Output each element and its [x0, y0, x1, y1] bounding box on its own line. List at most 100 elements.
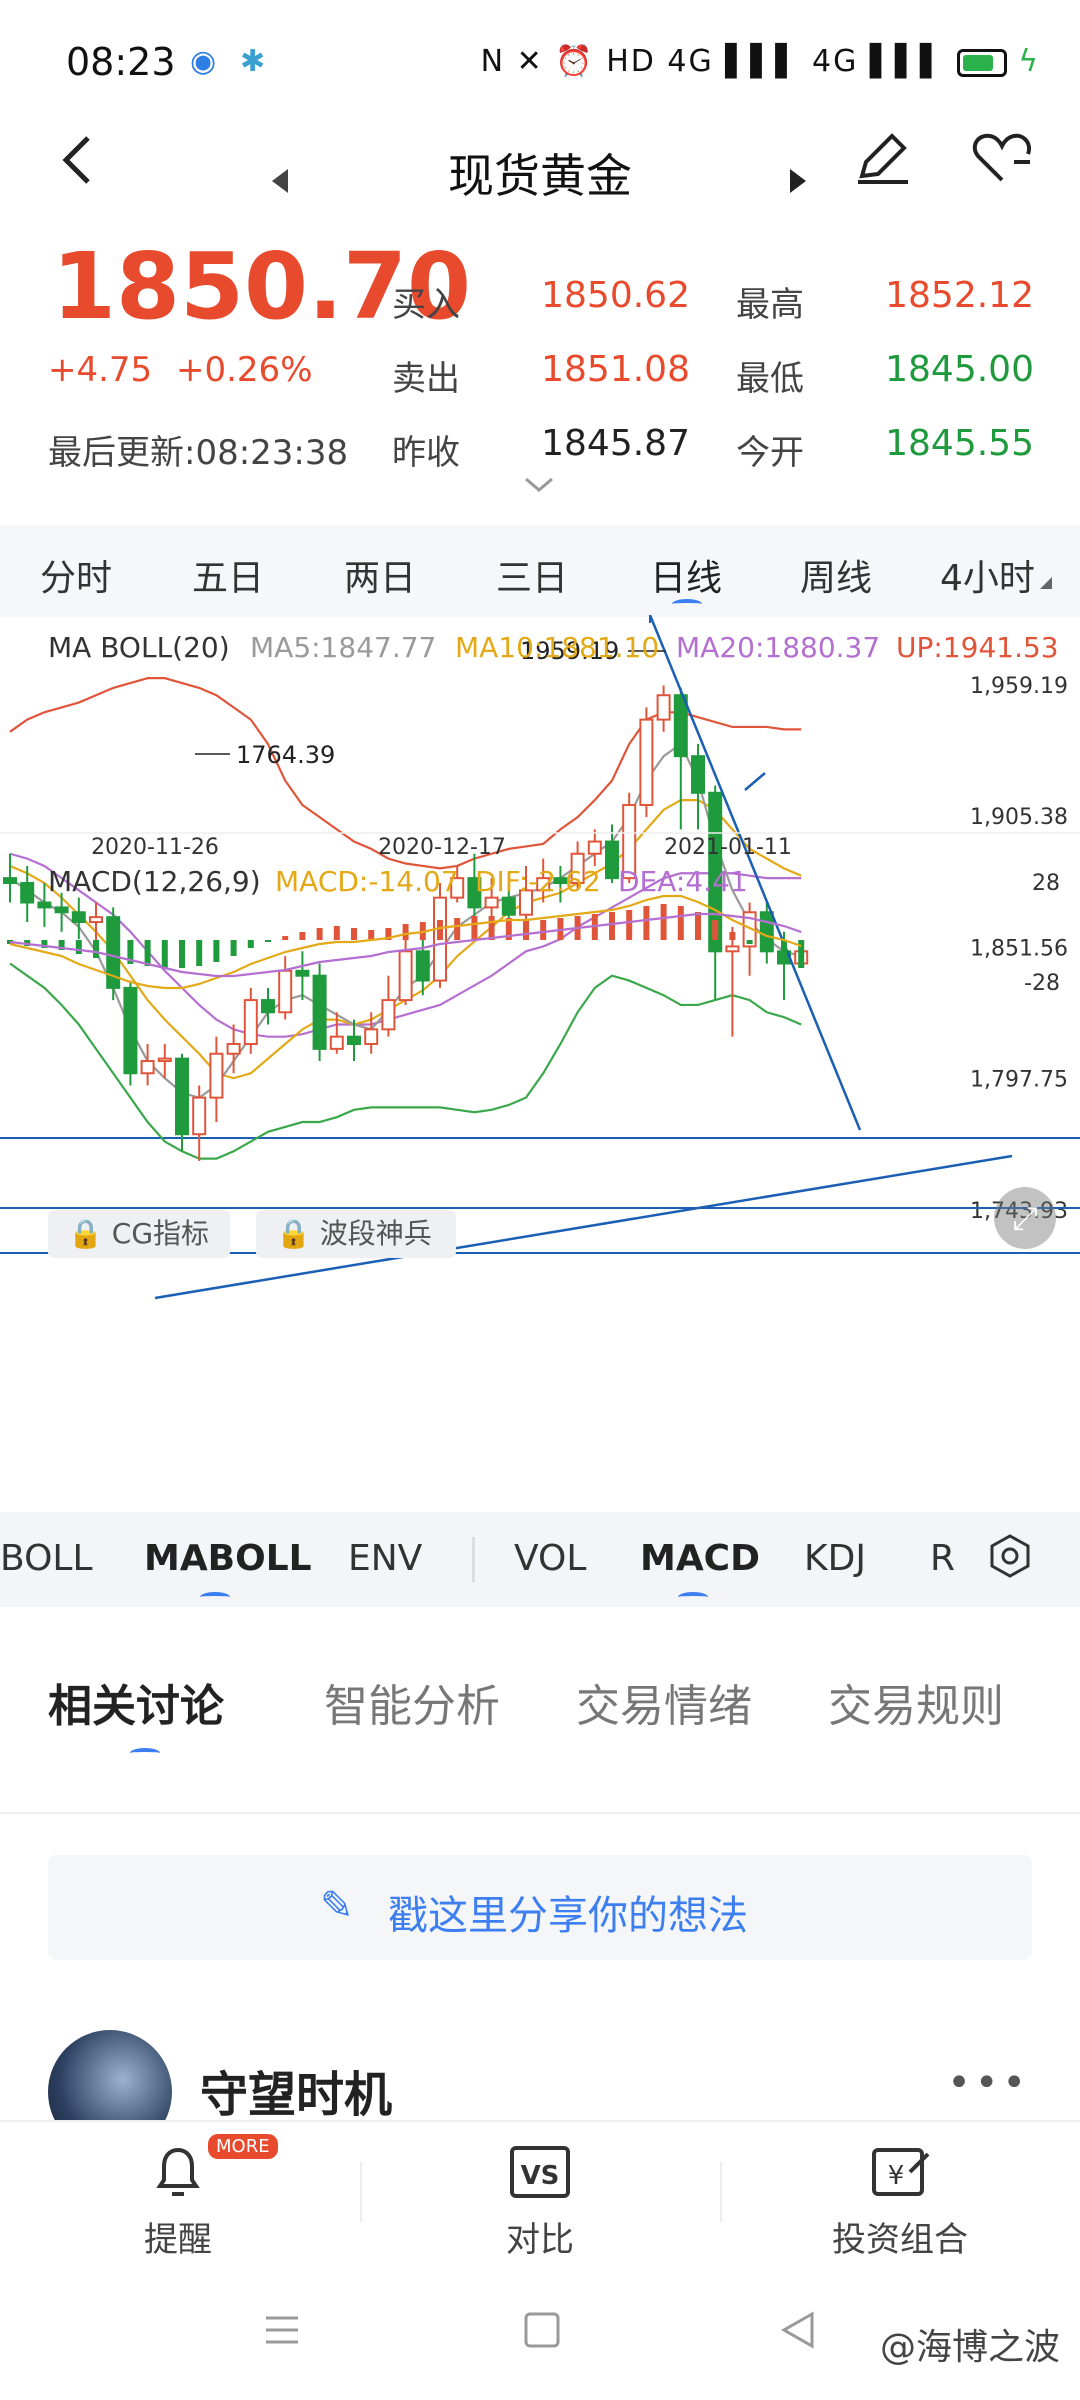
indicator-tab-boll[interactable]: BOLL	[0, 1538, 93, 1579]
low-annotation: 1764.39	[236, 741, 335, 769]
remind-button[interactable]: 提醒	[78, 2142, 278, 2261]
app-notification-icon: ◉	[190, 44, 217, 79]
triangle-right-icon	[790, 169, 806, 193]
favorite-button[interactable]	[970, 128, 1034, 202]
lock-icon: 🔒	[68, 1217, 103, 1250]
back-nav-button[interactable]	[778, 2310, 818, 2360]
expand-quote-button[interactable]	[522, 475, 556, 499]
tab-period-3[interactable]: 三日	[496, 549, 568, 601]
price-axis-label: 1,797.75	[970, 1068, 1068, 1093]
quote-panel: 1850.70 +4.75 +0.26% 最后更新:08:23:38 买入 18…	[0, 225, 1080, 515]
more-options-button[interactable]: •••	[947, 2060, 1030, 2106]
tab-divider	[472, 1537, 475, 1582]
ma10-value: MA10:1881.10	[455, 631, 660, 664]
compare-button[interactable]: VS 对比	[440, 2142, 640, 2261]
active-indicator-marker	[200, 1592, 230, 1602]
candle-body	[243, 999, 258, 1045]
date-axis-label: 2020-12-17	[378, 835, 506, 860]
candle-body	[639, 718, 654, 806]
indicator-tab-env[interactable]: ENV	[348, 1538, 422, 1579]
buy-label: 买入	[392, 285, 460, 325]
fullscreen-button[interactable]: ⤢	[994, 1187, 1056, 1249]
candle-body	[175, 1057, 189, 1136]
lock-icon: 🔒	[276, 1217, 311, 1250]
system-nav-bar: @海博之波	[0, 2270, 1080, 2400]
share-prompt: 戳这里分享你的想法	[388, 1893, 748, 1939]
home-nav-button[interactable]	[522, 2310, 562, 2360]
compare-label: 对比	[506, 2220, 574, 2260]
candle-body	[192, 1096, 207, 1136]
indicator-tab-macd[interactable]: MACD	[640, 1538, 760, 1579]
indicator-tab-kdj[interactable]: KDJ	[804, 1538, 866, 1579]
remind-label: 提醒	[144, 2220, 212, 2260]
price-axis-label: 1,959.19	[970, 674, 1068, 699]
portfolio-icon: ¥	[800, 2142, 1000, 2202]
hexagon-settings-icon	[990, 1534, 1030, 1578]
wave-indicator-badge[interactable]: 🔒 波段神兵	[256, 1210, 456, 1258]
discussion-tab-1[interactable]: 智能分析	[324, 1670, 500, 1734]
candle-body	[261, 999, 275, 1014]
cg-indicator-badge[interactable]: 🔒 CG指标	[48, 1210, 230, 1258]
tab-period-6[interactable]: 4小时	[940, 549, 1035, 601]
price-change: +4.75	[48, 350, 153, 390]
top-nav: 现货黄金	[0, 120, 1080, 240]
date-axis-label: 2020-11-26	[91, 835, 219, 860]
page-title: 现货黄金	[448, 149, 632, 203]
ma20-value: MA20:1880.37	[676, 631, 881, 664]
low-label: 最低	[736, 359, 804, 399]
candle-body	[37, 901, 52, 909]
candle-body	[605, 840, 619, 880]
macd-axis-bottom: -28	[1024, 971, 1060, 996]
portfolio-button[interactable]: ¥ 投资组合	[800, 2142, 1000, 2261]
candle-body	[89, 916, 103, 924]
macd-axis-top: 28	[1032, 871, 1060, 896]
edit-button[interactable]	[852, 128, 912, 202]
post-item[interactable]: 守望时机 •••	[0, 2020, 1080, 2154]
square-home-icon	[524, 2312, 560, 2348]
discussion-tab-0[interactable]: 相关讨论	[48, 1670, 224, 1734]
vs-icon-text: VS	[521, 2161, 560, 2191]
tab-period-5[interactable]: 周线	[800, 549, 872, 601]
high-value: 1852.12	[885, 275, 1034, 316]
candle-body	[157, 1057, 172, 1063]
indicator-tab-maboll[interactable]: MABOLL	[144, 1538, 312, 1579]
buy-value: 1850.62	[541, 275, 690, 316]
candle-body	[398, 950, 413, 1002]
last-updated: 最后更新:08:23:38	[48, 433, 349, 473]
active-tab-indicator	[672, 599, 702, 609]
pencil-icon: ✎	[320, 1883, 354, 1929]
small-trend-mark	[744, 772, 766, 791]
high-label: 最高	[736, 285, 804, 325]
candle-body	[415, 950, 430, 982]
next-instrument-button[interactable]	[786, 142, 810, 210]
discussion-tab-2[interactable]: 交易情绪	[576, 1670, 752, 1734]
discussion-tab-3[interactable]: 交易规则	[828, 1670, 1004, 1734]
status-bar: 08:23 ◉ ✱ N ✕ ⏰ HD 4G ▌▌▌ 4G ▌▌▌ ϟ	[0, 0, 1080, 130]
wave-indicator-label: 波段神兵	[319, 1217, 432, 1250]
candle-body	[209, 1052, 224, 1099]
portfolio-label: 投资组合	[832, 2220, 968, 2260]
menu-nav-button[interactable]	[262, 2310, 302, 2360]
kline-chart[interactable]: 1,959.19 1,905.38 1,851.56 1,797.75 1,743.93…	[0, 614, 1080, 1515]
indicator-tab-vol[interactable]: VOL	[514, 1538, 586, 1579]
tab-period-2[interactable]: 两日	[344, 549, 416, 601]
candle-body	[312, 974, 327, 1050]
cg-indicator-label: CG指标	[111, 1217, 210, 1250]
svg-text:¥: ¥	[888, 2161, 905, 2191]
tab-period-1[interactable]: 五日	[192, 549, 264, 601]
status-icons: N ✕ ⏰ HD 4G ▌▌▌ 4G ▌▌▌ ϟ	[481, 44, 1040, 79]
active-indicator-marker	[678, 1592, 708, 1602]
post-username[interactable]: 守望时机	[200, 2055, 392, 2125]
indicator-tab-r[interactable]: R	[930, 1538, 955, 1579]
divider	[0, 1812, 1080, 1814]
candle-body	[295, 969, 310, 977]
candle-body	[725, 945, 740, 953]
candle-body	[656, 694, 671, 721]
share-thought-input[interactable]: ✎ 戳这里分享你的想法	[48, 1855, 1032, 1960]
indicator-settings-button[interactable]	[986, 1532, 1034, 1584]
tab-period-0[interactable]: 分时	[40, 549, 112, 601]
tab-period-4[interactable]: 日线	[650, 549, 722, 601]
prev-close-value: 1845.87	[541, 423, 690, 464]
battery-icon	[956, 48, 1007, 77]
indicator-name: MA BOLL(20)	[48, 631, 230, 664]
